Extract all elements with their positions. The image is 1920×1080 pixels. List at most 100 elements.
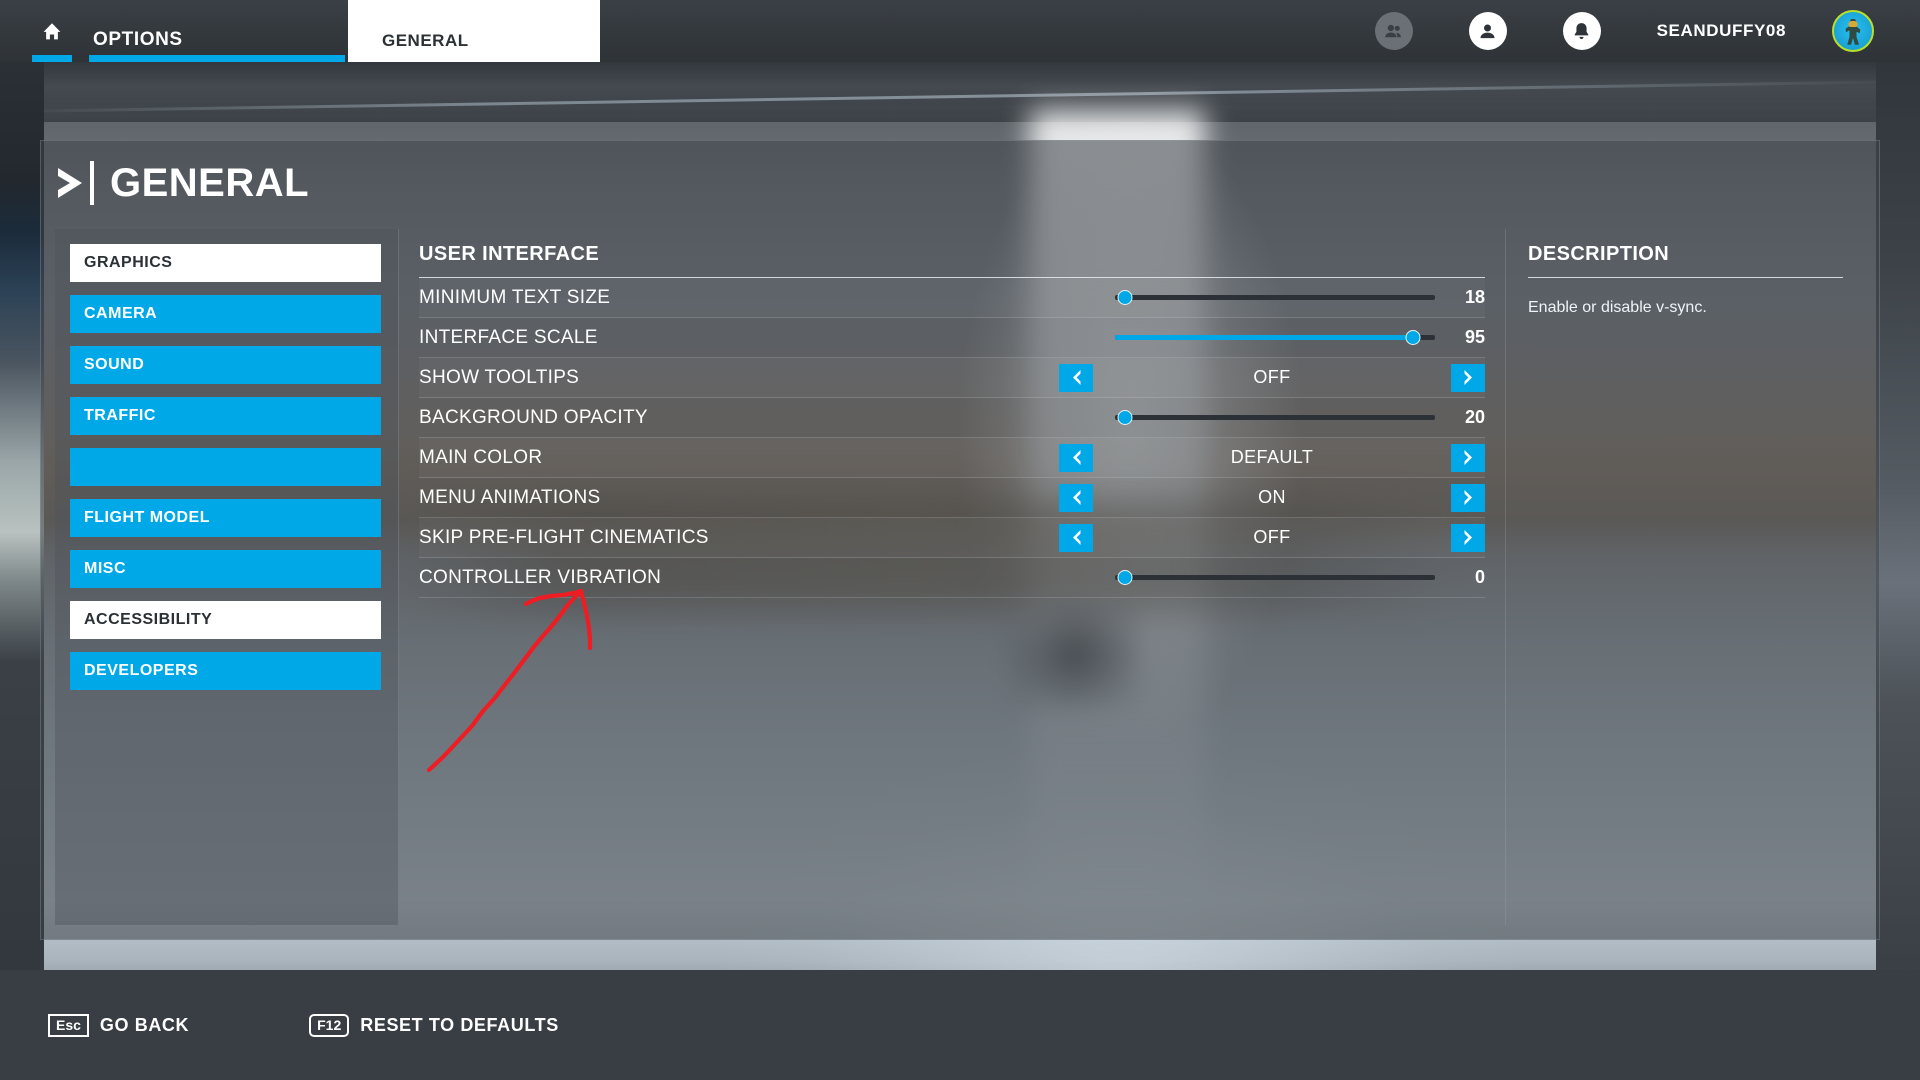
slider-track[interactable] [1115, 295, 1435, 300]
chevron-right-icon [53, 163, 87, 203]
sidebar-item-developers[interactable]: DEVELOPERS [70, 652, 381, 690]
setting-label: SKIP PRE-FLIGHT CINEMATICS [419, 526, 709, 548]
sidebar-item-label: SOUND [84, 356, 145, 373]
settings-panel: GENERAL GRAPHICS CAMERA SOUND TRAFFIC FLIGHT… [40, 140, 1880, 940]
slider-value: 20 [1464, 407, 1485, 427]
page-title: GENERAL [53, 155, 309, 211]
chevron-right-icon[interactable] [1451, 363, 1485, 392]
notifications-bell-icon[interactable] [1562, 12, 1601, 50]
slider-handle[interactable] [1117, 290, 1133, 305]
topbar-right-group: SEANDUFFY08 [1374, 0, 1920, 62]
top-navigation-bar: OPTIONS GENERAL SEANDUFFY08 [0, 0, 1920, 62]
avatar-visor [1848, 21, 1858, 28]
slider-wrapper: 95 [1059, 327, 1485, 348]
username-label: SEANDUFFY08 [1656, 21, 1786, 40]
sidebar-item-flight-model[interactable]: FLIGHT MODEL [70, 499, 381, 537]
slider-value: 95 [1464, 327, 1485, 347]
user-avatar[interactable] [1832, 10, 1874, 52]
slider-value: 18 [1464, 287, 1485, 307]
sidebar-item-camera[interactable]: CAMERA [70, 295, 381, 333]
sidebar-item-label: ACCESSIBILITY [84, 611, 213, 628]
sidebar-item-misc[interactable]: MISC [70, 550, 381, 588]
options-menu-label[interactable]: OPTIONS [93, 29, 183, 51]
description-divider [1528, 277, 1843, 278]
description-panel: DESCRIPTION Enable or disable v-sync. [1505, 229, 1865, 925]
setting-label: BACKGROUND OPACITY [419, 406, 648, 428]
sidebar-item-traffic[interactable]: TRAFFIC [70, 397, 381, 435]
slider-handle[interactable] [1117, 410, 1133, 425]
setting-control: DEFAULT [1059, 438, 1485, 477]
option-selector: DEFAULT [1059, 443, 1485, 472]
settings-column: USER INTERFACE MINIMUM TEXT SIZE 18 INTERF… [399, 229, 1505, 925]
sidebar-item-label: TRAFFIC [84, 407, 156, 424]
category-sidebar: GRAPHICS CAMERA SOUND TRAFFIC FLIGHT MODEL MI… [55, 229, 399, 925]
sidebar-item-label: DEVELOPERS [84, 662, 199, 679]
setting-control: 20 [1059, 398, 1485, 437]
key-cap: Esc [48, 1013, 89, 1037]
slider-wrapper: 20 [1059, 407, 1485, 428]
setting-control: OFF [1059, 358, 1485, 397]
footer-actions: Esc GO BACK F12 RESET TO DEFAULTS [0, 1013, 559, 1037]
sidebar-item-label: GRAPHICS [84, 254, 173, 271]
option-selector: OFF [1059, 363, 1485, 392]
home-icon[interactable] [38, 18, 66, 44]
tab-general[interactable]: GENERAL [348, 0, 600, 62]
topbar-left-group: OPTIONS [0, 0, 348, 62]
setting-control: OFF [1059, 518, 1485, 557]
sidebar-item-label: FLIGHT MODEL [84, 509, 210, 526]
setting-row: SKIP PRE-FLIGHT CINEMATICS OFF [419, 518, 1485, 558]
sidebar-item-blank[interactable] [70, 448, 381, 486]
section-title: USER INTERFACE [419, 243, 600, 265]
setting-label: MAIN COLOR [419, 446, 543, 468]
sidebar-item-label: CAMERA [84, 305, 158, 322]
setting-control: ON [1059, 478, 1485, 517]
option-selector: ON [1059, 483, 1485, 512]
slider-wrapper: 0 [1059, 567, 1485, 588]
app-root: OPTIONS GENERAL SEANDUFFY08 GENERAL GRAP… [0, 0, 1920, 1080]
slider[interactable] [1115, 408, 1435, 428]
setting-row: MAIN COLOR DEFAULT [419, 438, 1485, 478]
chevron-left-icon[interactable] [1059, 523, 1093, 552]
footer-action-reset-to-defaults[interactable]: F12 RESET TO DEFAULTS [309, 1013, 559, 1037]
slider[interactable] [1115, 288, 1435, 308]
tab-general-label: GENERAL [382, 31, 469, 50]
hangar-left-interior [0, 62, 44, 1080]
description-title: DESCRIPTION [1528, 243, 1670, 265]
setting-row: INTERFACE SCALE 95 [419, 318, 1485, 358]
chevron-left-icon[interactable] [1059, 363, 1093, 392]
panel-content: GRAPHICS CAMERA SOUND TRAFFIC FLIGHT MODEL MI… [55, 229, 1865, 925]
chevron-right-icon[interactable] [1451, 523, 1485, 552]
footer-action-label: RESET TO DEFAULTS [360, 1014, 559, 1035]
slider-handle[interactable] [1117, 570, 1133, 585]
selector-value: OFF [1253, 527, 1291, 547]
key-cap: F12 [309, 1013, 350, 1037]
footer-action-go-back[interactable]: Esc GO BACK [48, 1013, 190, 1037]
chevron-left-icon[interactable] [1059, 483, 1093, 512]
sidebar-item-graphics[interactable]: GRAPHICS [70, 244, 381, 282]
setting-row: MENU ANIMATIONS ON [419, 478, 1485, 518]
setting-row: SHOW TOOLTIPS OFF [419, 358, 1485, 398]
footer-bar: Esc GO BACK F12 RESET TO DEFAULTS [0, 970, 1920, 1080]
friends-icon[interactable] [1374, 12, 1413, 50]
setting-label: SHOW TOOLTIPS [419, 366, 580, 388]
selector-value: OFF [1253, 367, 1291, 387]
setting-control: 95 [1059, 318, 1485, 357]
footer-action-label: GO BACK [99, 1014, 190, 1035]
setting-control: 18 [1059, 278, 1485, 317]
chevron-left-icon[interactable] [1059, 443, 1093, 472]
chevron-right-icon[interactable] [1451, 483, 1485, 512]
profile-icon[interactable] [1468, 12, 1507, 50]
sidebar-item-label: MISC [84, 560, 126, 577]
sidebar-item-sound[interactable]: SOUND [70, 346, 381, 384]
selector-value: DEFAULT [1230, 447, 1314, 467]
slider[interactable] [1115, 568, 1435, 588]
setting-label: MENU ANIMATIONS [419, 486, 601, 508]
slider-handle[interactable] [1405, 330, 1421, 345]
slider-track[interactable] [1115, 575, 1435, 580]
slider-track[interactable] [1115, 415, 1435, 420]
chevron-right-icon[interactable] [1451, 443, 1485, 472]
slider[interactable] [1115, 328, 1435, 348]
settings-rows: MINIMUM TEXT SIZE 18 INTERFACE SCALE 95 SHOW… [419, 278, 1485, 598]
slider-value: 0 [1474, 567, 1485, 587]
sidebar-item-accessibility[interactable]: ACCESSIBILITY [70, 601, 381, 639]
